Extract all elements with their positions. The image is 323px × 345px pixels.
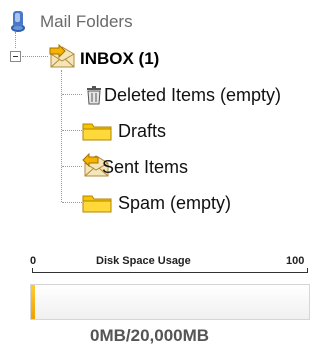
disk-usage-title: Disk Space Usage: [96, 255, 191, 267]
sent-items-folder[interactable]: Sent Items: [82, 153, 242, 179]
inbox-label: INBOX (1): [80, 49, 160, 68]
disk-scale-tick: [307, 268, 308, 273]
trash-icon: [87, 86, 101, 105]
spam-label: Spam (empty): [118, 193, 232, 213]
disk-scale-min: 0: [30, 255, 37, 267]
mail-folders-root[interactable]: Mail Folders: [6, 8, 166, 34]
drafts-label: Drafts: [118, 121, 167, 141]
folder-icon: [82, 123, 112, 141]
disk-scale-max: 100: [286, 255, 305, 267]
tree-connector: [62, 202, 82, 203]
mail-folders-icon: [11, 11, 25, 32]
tree-connector: [15, 32, 16, 48]
tree-connector: [22, 56, 48, 57]
disk-usage-text: 0MB/20,000MB: [90, 326, 210, 345]
disk-scale-tick: [32, 268, 33, 273]
tree-connector: [62, 166, 82, 167]
disk-usage-fill: [31, 285, 35, 319]
drafts-folder[interactable]: Drafts: [82, 118, 202, 142]
spam-folder[interactable]: Spam (empty): [82, 190, 282, 214]
disk-scale-line: [32, 272, 308, 273]
tree-connector: [61, 70, 62, 202]
tree-connector: [62, 94, 82, 95]
deleted-items-folder[interactable]: Deleted Items (empty): [82, 83, 322, 107]
folder-icon: [82, 195, 112, 213]
deleted-items-label: Deleted Items (empty): [104, 85, 282, 105]
disk-usage-bar: [30, 284, 310, 320]
mail-folders-label: Mail Folders: [40, 12, 133, 31]
inbox-envelope-icon: [49, 44, 75, 68]
inbox-folder[interactable]: INBOX (1): [48, 44, 188, 70]
inbox-collapse-toggle[interactable]: [10, 51, 21, 62]
sent-items-label: Sent Items: [102, 157, 189, 177]
tree-connector: [62, 130, 82, 131]
